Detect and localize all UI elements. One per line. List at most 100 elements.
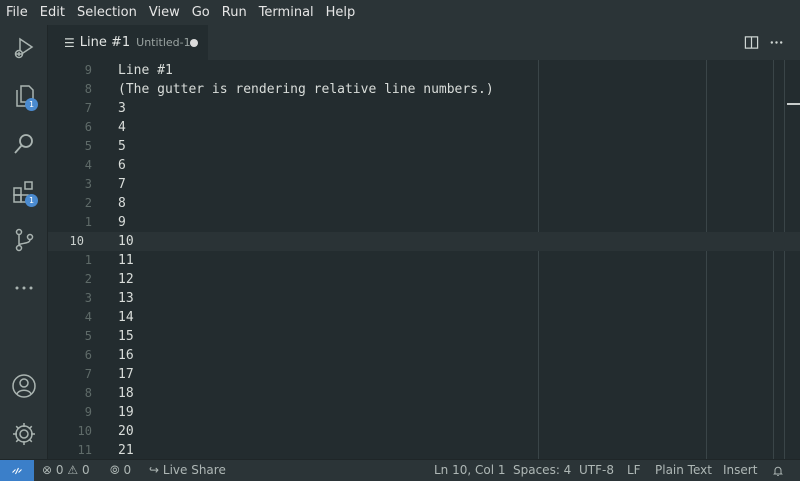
line-text: 11	[118, 253, 134, 268]
menu-terminal[interactable]: Terminal	[253, 0, 320, 25]
line-text: 3	[118, 101, 126, 116]
warning-count: 0	[81, 463, 90, 477]
line-text: 8	[118, 196, 126, 211]
line-number: 2	[84, 196, 92, 210]
line-text: 14	[118, 310, 134, 325]
menu-help[interactable]: Help	[320, 0, 362, 25]
menu-file[interactable]: File	[0, 0, 34, 25]
line-text: Line #1	[118, 63, 173, 78]
vim-mode[interactable]: Insert	[723, 460, 757, 481]
editor-line[interactable]: 7 17	[48, 365, 800, 384]
menu-go[interactable]: Go	[186, 0, 216, 25]
editor-area[interactable]: 9 Line #1 8 (The gutter is rendering relati…	[48, 60, 800, 459]
activity-bar: 1 1	[0, 25, 48, 459]
line-number: 4	[84, 158, 92, 172]
line-number: 4	[84, 310, 92, 324]
warning-icon: ⚠	[67, 463, 79, 477]
line-text: 17	[118, 367, 134, 382]
editor-line[interactable]: 10 20	[48, 422, 800, 441]
status-bar: ⊗ 0 ⚠ 0 ⦾ 0 ↪ Live Share Ln 10, Col 1 Sp…	[0, 459, 800, 481]
search-icon[interactable]	[0, 121, 47, 167]
run-debug-icon[interactable]	[0, 25, 47, 71]
settings-gear-icon[interactable]	[0, 411, 47, 457]
explorer-icon[interactable]: 1	[0, 73, 47, 119]
line-number: 1	[84, 215, 92, 229]
menu-view[interactable]: View	[143, 0, 186, 25]
language-mode[interactable]: Plain Text	[655, 460, 712, 481]
source-control-icon[interactable]	[0, 217, 47, 263]
line-number: 7	[84, 101, 92, 115]
indentation-setting[interactable]: Spaces: 4	[513, 460, 571, 481]
line-number: 1	[84, 253, 92, 267]
menu-run[interactable]: Run	[216, 0, 253, 25]
account-icon[interactable]	[0, 363, 47, 409]
live-share-button[interactable]: ↪ Live Share	[149, 460, 226, 481]
editor-line[interactable]: 11 21	[48, 441, 800, 459]
editor-line[interactable]: 1 11	[48, 251, 800, 270]
line-number: 8	[84, 82, 92, 96]
line-number: 3	[84, 291, 92, 305]
current-line[interactable]: 10 10	[48, 232, 800, 251]
ports-count: 0	[123, 463, 132, 477]
line-number: 5	[84, 139, 92, 153]
extensions-badge: 1	[25, 194, 38, 207]
line-text: 4	[118, 120, 126, 135]
line-number: 7	[84, 367, 92, 381]
live-share-label: Live Share	[162, 463, 226, 477]
line-text: 7	[118, 177, 126, 192]
editor-line[interactable]: 4 14	[48, 308, 800, 327]
line-text: 18	[118, 386, 134, 401]
line-text: 15	[118, 329, 134, 344]
tab-title: Line #1	[79, 35, 131, 50]
line-number: 6	[84, 120, 92, 134]
error-icon: ⊗	[42, 463, 53, 477]
text-file-icon: ☰	[64, 35, 75, 50]
menu-selection[interactable]: Selection	[71, 0, 143, 25]
editor-line[interactable]: 46	[48, 156, 800, 175]
line-number: 2	[84, 272, 92, 286]
editor-line[interactable]: 64	[48, 118, 800, 137]
editor-line[interactable]: 9 Line #1	[48, 61, 800, 80]
line-number: 10	[69, 234, 84, 248]
line-text: 20	[118, 424, 134, 439]
editor-line[interactable]: 9 19	[48, 403, 800, 422]
editor-line[interactable]: 19	[48, 213, 800, 232]
menu-edit[interactable]: Edit	[34, 0, 71, 25]
more-actions-icon[interactable]	[766, 32, 786, 52]
tab-bar: ☰ Line #1 Untitled-1	[48, 25, 800, 60]
editor-line[interactable]: 2 12	[48, 270, 800, 289]
tab-description: Untitled-1	[136, 36, 191, 49]
notifications-bell-icon[interactable]	[772, 460, 784, 481]
editor-line[interactable]: 3 13	[48, 289, 800, 308]
editor-line[interactable]: 5 15	[48, 327, 800, 346]
editor-line[interactable]: 6 16	[48, 346, 800, 365]
encoding-setting[interactable]: UTF-8	[579, 460, 614, 481]
editor-line[interactable]: 8 (The gutter is rendering relative line …	[48, 80, 800, 99]
extensions-icon[interactable]: 1	[0, 169, 47, 215]
remote-indicator-icon[interactable]	[0, 460, 34, 481]
line-number: 3	[84, 177, 92, 191]
line-number: 10	[77, 424, 92, 438]
line-text: 5	[118, 139, 126, 154]
editor-line[interactable]: 28	[48, 194, 800, 213]
line-number: 11	[77, 443, 92, 457]
editor-line[interactable]: 8 18	[48, 384, 800, 403]
line-number: 6	[84, 348, 92, 362]
editor-line[interactable]: 73	[48, 99, 800, 118]
line-number: 5	[84, 329, 92, 343]
eol-setting[interactable]: LF	[627, 460, 641, 481]
menu-bar: File Edit Selection View Go Run Terminal…	[0, 0, 800, 25]
line-text: 19	[118, 405, 134, 420]
split-editor-icon[interactable]	[741, 32, 761, 52]
line-text: 6	[118, 158, 126, 173]
problems-indicator[interactable]: ⊗ 0 ⚠ 0	[42, 460, 90, 481]
line-text: 12	[118, 272, 134, 287]
editor-tab[interactable]: ☰ Line #1 Untitled-1	[48, 25, 208, 60]
cursor-position[interactable]: Ln 10, Col 1	[434, 460, 506, 481]
more-icon[interactable]	[0, 265, 47, 311]
line-text: 13	[118, 291, 134, 306]
editor-line[interactable]: 37	[48, 175, 800, 194]
ports-indicator[interactable]: ⦾ 0	[110, 460, 131, 481]
editor-line[interactable]: 55	[48, 137, 800, 156]
unsaved-dot-icon[interactable]	[190, 39, 198, 47]
